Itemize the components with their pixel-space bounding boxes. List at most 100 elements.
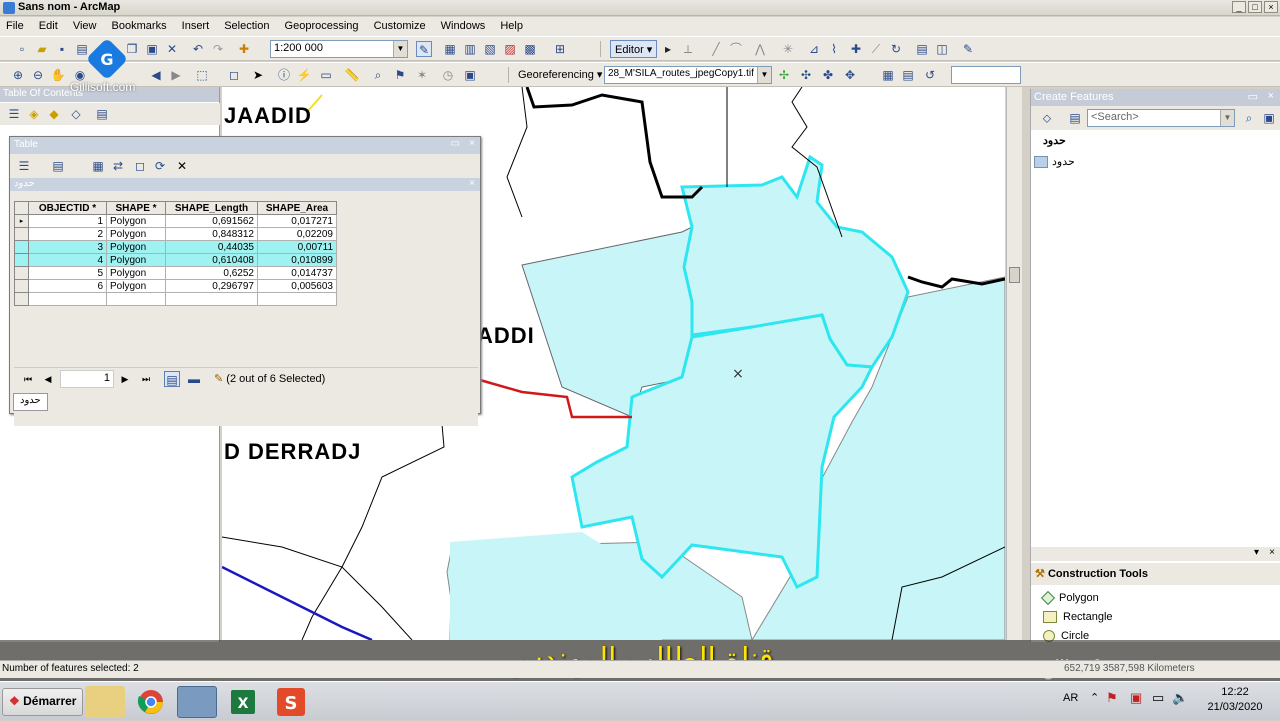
sketch-properties-icon[interactable]: ◫ <box>934 41 950 57</box>
menu-view[interactable]: View <box>67 18 103 34</box>
measure-icon[interactable]: 📏 <box>344 67 360 83</box>
point-icon[interactable]: ✳ <box>780 41 796 57</box>
open-folder-icon[interactable]: ▰ <box>34 41 50 57</box>
action-center-icon[interactable]: ⚑ <box>1106 690 1118 706</box>
menu-file[interactable]: File <box>0 18 30 34</box>
minimize-button[interactable]: _ <box>1232 1 1246 13</box>
excel-taskbar-icon[interactable]: X <box>223 686 263 718</box>
map-scale-combo[interactable]: 1:200 000 ▼ <box>270 40 408 58</box>
cell-shape[interactable]: Polygon <box>106 214 166 228</box>
menu-edit[interactable]: Edit <box>33 18 64 34</box>
cut-polygons-icon[interactable]: ✚ <box>848 41 864 57</box>
go-back-icon[interactable]: ◀ <box>148 67 164 83</box>
split-tool-icon[interactable]: ⟋ <box>868 41 884 57</box>
restore-icon[interactable]: ▭ <box>451 138 460 149</box>
cell-shape-area[interactable]: 0,02209 <box>257 227 337 241</box>
menu-windows[interactable]: Windows <box>435 18 492 34</box>
menu-selection[interactable]: Selection <box>218 18 275 34</box>
cell-objectid[interactable]: 2 <box>28 227 107 241</box>
filter-templates-icon[interactable]: ▤ <box>1067 110 1083 126</box>
start-button[interactable]: ❖ Démarrer <box>2 688 84 716</box>
rotate-icon[interactable]: ↻ <box>888 41 904 57</box>
row-selector[interactable] <box>14 253 29 267</box>
menu-help[interactable]: Help <box>494 18 529 34</box>
georef-layer-combo[interactable]: 28_M'SILA_routes_jpegCopy1.tif ▼ <box>604 66 772 84</box>
menu-insert[interactable]: Insert <box>176 18 216 34</box>
redo-icon[interactable]: ↷ <box>210 41 226 57</box>
menu-customize[interactable]: Customize <box>368 18 432 34</box>
cell-shape-length[interactable]: 0,44035 <box>165 240 258 254</box>
construction-tool-polygon[interactable]: Polygon <box>1040 591 1099 606</box>
row-selector[interactable] <box>14 279 29 293</box>
reshape-feature-icon[interactable]: ⌇ <box>826 41 842 57</box>
georeferencing-menu[interactable]: Georeferencing ▾ <box>514 66 606 84</box>
reselect-icon[interactable]: ⟳ <box>152 158 168 174</box>
expand-icon[interactable]: ▾ <box>1254 547 1259 558</box>
cell-shape-length[interactable]: 0,6252 <box>165 266 258 280</box>
clear-table-selection-icon[interactable]: ◻ <box>132 158 148 174</box>
construction-tool-rectangle[interactable]: Rectangle <box>1043 611 1113 624</box>
georef-extra-input[interactable] <box>951 66 1021 84</box>
template-search-input[interactable]: <Search> ▼ <box>1087 109 1235 127</box>
close-tab-icon[interactable]: × <box>469 178 475 189</box>
find-route-icon[interactable]: ⚑ <box>392 67 408 83</box>
select-elements-icon[interactable]: ➤ <box>250 67 266 83</box>
map-vertical-scrollbar[interactable] <box>1006 87 1022 640</box>
clear-selection-icon[interactable]: ◻ <box>226 67 242 83</box>
cell-shape[interactable]: Polygon <box>106 227 166 241</box>
identify-icon[interactable]: ⓘ <box>276 67 292 83</box>
straight-segment-icon[interactable]: ╱ <box>708 41 724 57</box>
template-item[interactable]: حدود <box>1034 155 1277 168</box>
auto-registration-icon[interactable]: ↺ <box>922 67 938 83</box>
end-point-arc-icon[interactable]: ⌒ <box>728 41 744 57</box>
editor-menu-button[interactable]: Editor ▾ <box>610 40 658 58</box>
list-by-drawing-order-icon[interactable]: ☰ <box>6 106 22 122</box>
new-document-icon[interactable]: ▫ <box>14 41 30 57</box>
delete-selected-icon[interactable]: ✕ <box>174 158 190 174</box>
arcmap-taskbar-icon[interactable] <box>177 686 217 718</box>
view-link-table-icon[interactable]: ▦ <box>880 67 896 83</box>
organize-templates-icon[interactable]: ⬦ <box>1039 110 1055 126</box>
table-new-row[interactable] <box>14 292 337 306</box>
cell-objectid[interactable]: 3 <box>28 240 107 254</box>
search-icon[interactable]: ⌕ <box>1241 110 1257 126</box>
select-features-icon[interactable]: ⬚ <box>194 67 210 83</box>
show-selected-records-icon[interactable]: ▬ <box>186 371 202 387</box>
clock-time[interactable]: 12:22 <box>1210 686 1260 698</box>
table-row[interactable]: 6 Polygon 0,296797 0,005603 <box>14 279 337 293</box>
go-forward-icon[interactable]: ▶ <box>168 67 184 83</box>
go-to-xy-icon[interactable]: ✶ <box>414 67 430 83</box>
related-tables-icon[interactable]: ▤ <box>50 158 66 174</box>
hyperlink-icon[interactable]: ⚡ <box>296 67 312 83</box>
list-by-visibility-icon[interactable]: ◆ <box>46 106 62 122</box>
switch-selection-icon[interactable]: ⇄ <box>110 158 126 174</box>
find-icon[interactable]: ⌕ <box>370 67 386 83</box>
list-by-source-icon[interactable]: ◈ <box>26 106 42 122</box>
save-icon[interactable]: ▪ <box>54 41 70 57</box>
menu-bookmarks[interactable]: Bookmarks <box>106 18 173 34</box>
row-selector[interactable]: ▸ <box>14 214 29 228</box>
edit-annotation-icon[interactable]: ⟂ <box>680 41 696 57</box>
python-icon[interactable]: ▩ <box>522 41 538 57</box>
chevron-down-icon[interactable]: ▼ <box>757 67 771 83</box>
model-builder-icon[interactable]: ⊞ <box>552 41 568 57</box>
select-by-attributes-icon[interactable]: ▦ <box>90 158 106 174</box>
clock-date[interactable]: 21/03/2020 <box>1200 701 1270 713</box>
table-row[interactable]: ▸ 1 Polygon 0,691562 0,017271 <box>14 214 337 228</box>
empty-cell[interactable] <box>257 292 337 306</box>
cell-shape-length[interactable]: 0,610408 <box>165 253 258 267</box>
next-record-icon[interactable]: ▶ <box>117 371 133 387</box>
shift-icon[interactable]: ✤ <box>820 67 836 83</box>
maximize-button[interactable]: □ <box>1248 1 1262 13</box>
chrome-taskbar-icon[interactable] <box>131 686 171 718</box>
edit-vertices-icon[interactable]: ⊿ <box>806 41 822 57</box>
scrollbar-thumb[interactable] <box>1009 267 1020 283</box>
column-header-objectid[interactable]: OBJECTID * <box>28 201 107 215</box>
explorer-taskbar-icon[interactable] <box>85 686 125 718</box>
column-header-shape-area[interactable]: SHAPE_Area <box>257 201 337 215</box>
trace-icon[interactable]: ⋀ <box>752 41 768 57</box>
close-panel-icon[interactable]: × <box>1268 90 1274 102</box>
cell-shape-area[interactable]: 0,00711 <box>257 240 337 254</box>
create-features-icon[interactable]: ✎ <box>960 41 976 57</box>
panel-splitter[interactable]: ▾ × <box>1031 547 1280 561</box>
